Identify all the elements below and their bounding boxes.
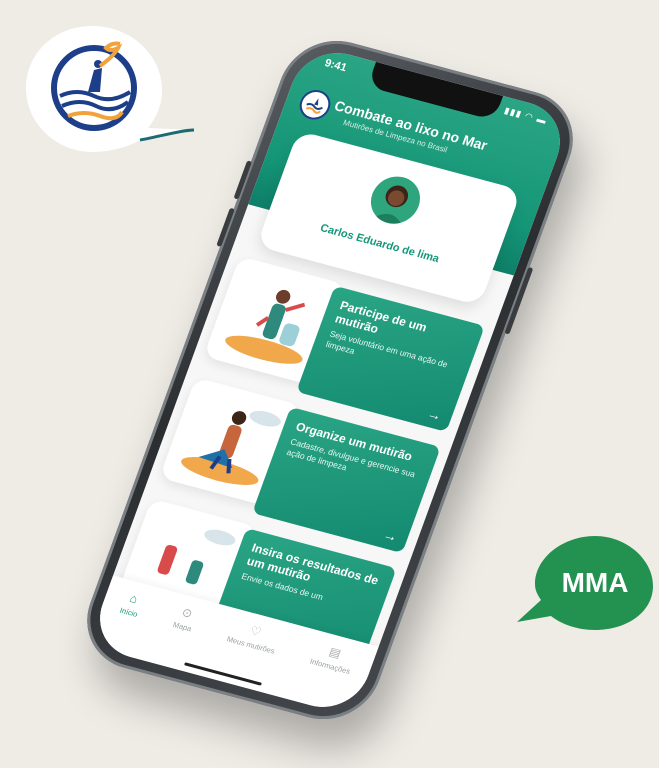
- document-icon: ▤: [327, 644, 343, 661]
- tab-informacoes[interactable]: ▤ Informações: [308, 641, 358, 676]
- beach-cleanup-logo-icon: [51, 41, 137, 131]
- tab-label: Mapa: [171, 619, 193, 634]
- map-pin-icon: ⊙: [179, 605, 195, 621]
- arrow-right-icon[interactable]: →: [425, 405, 444, 424]
- project-logo-badge: [26, 26, 195, 152]
- avatar: [364, 171, 427, 230]
- tab-label: Meus mutirões: [225, 634, 276, 656]
- mma-logo-badge: MMA: [517, 536, 653, 630]
- volume-button: [216, 207, 235, 247]
- tab-label: Informações: [308, 656, 352, 676]
- tab-inicio[interactable]: ⌂ Início: [119, 590, 145, 619]
- volume-button: [233, 160, 253, 200]
- home-icon: ⌂: [127, 591, 140, 607]
- arrow-right-icon[interactable]: →: [381, 526, 400, 545]
- heart-icon: ♡: [248, 623, 264, 640]
- tab-label: Início: [118, 605, 139, 619]
- mma-logo-text: MMA: [562, 567, 629, 598]
- tab-mapa[interactable]: ⊙ Mapa: [172, 604, 199, 633]
- tab-meus-mutiroes[interactable]: ♡ Meus mutirões: [226, 618, 282, 655]
